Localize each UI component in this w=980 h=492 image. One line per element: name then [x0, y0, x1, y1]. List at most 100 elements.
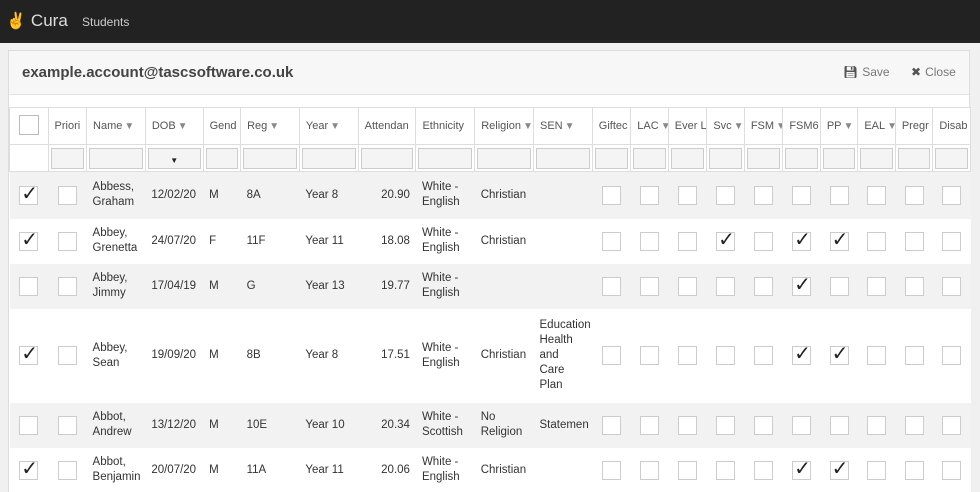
flag-checkbox[interactable]: [792, 229, 812, 251]
nav-students-link[interactable]: Students: [82, 15, 129, 29]
filter-input[interactable]: [477, 147, 531, 169]
flag-checkbox[interactable]: [792, 274, 812, 296]
filter-input[interactable]: [50, 147, 85, 169]
flag-checkbox[interactable]: [716, 346, 736, 365]
filter-icon[interactable]: ▼: [565, 121, 575, 132]
column-header[interactable]: Name ▼: [86, 107, 146, 145]
row-select-checkbox[interactable]: [19, 458, 39, 480]
flag-checkbox[interactable]: [942, 185, 962, 205]
filter-icon[interactable]: ▼: [844, 121, 854, 132]
flag-checkbox[interactable]: [57, 415, 77, 435]
flag-checkbox[interactable]: [640, 276, 660, 296]
filter-input[interactable]: [418, 147, 473, 169]
filter-icon[interactable]: ▼: [661, 121, 668, 132]
flag-checkbox[interactable]: [867, 346, 887, 365]
flag-checkbox[interactable]: [904, 415, 924, 435]
dob-filter-dropdown[interactable]: ▼: [147, 147, 201, 169]
flag-checkbox[interactable]: [716, 185, 736, 205]
column-header[interactable]: Ethnicity: [415, 107, 476, 145]
filter-input[interactable]: [536, 147, 590, 169]
flag-checkbox[interactable]: [942, 415, 962, 435]
filter-input[interactable]: [205, 147, 239, 169]
filter-input[interactable]: [935, 147, 968, 169]
column-header[interactable]: PP ▼: [819, 107, 859, 145]
filter-icon[interactable]: ▼: [887, 121, 894, 132]
column-header[interactable]: FSM6: [782, 107, 821, 145]
flag-checkbox[interactable]: [942, 460, 962, 480]
flag-checkbox[interactable]: [716, 415, 736, 435]
flag-checkbox[interactable]: [829, 458, 849, 480]
column-header[interactable]: Svc ▼: [706, 107, 745, 145]
flag-checkbox[interactable]: [867, 460, 887, 480]
filter-input[interactable]: [633, 147, 666, 169]
column-header[interactable]: Reg ▼: [240, 107, 300, 145]
select-all-checkbox[interactable]: [19, 114, 40, 135]
flag-checkbox[interactable]: [602, 415, 622, 435]
flag-checkbox[interactable]: [678, 460, 698, 480]
filter-icon[interactable]: ▼: [178, 121, 188, 132]
row-select-checkbox[interactable]: [19, 415, 39, 435]
column-header[interactable]: Gend: [202, 107, 242, 145]
flag-checkbox[interactable]: [792, 185, 812, 205]
flag-checkbox[interactable]: [829, 343, 849, 365]
table-row[interactable]: Abbess, Graham12/02/20M8AYear 820.90Whit…: [9, 171, 971, 219]
filter-input[interactable]: [897, 147, 931, 169]
flag-checkbox[interactable]: [867, 185, 887, 205]
column-header[interactable]: [9, 107, 49, 145]
flag-checkbox[interactable]: [792, 458, 812, 480]
flag-checkbox[interactable]: [678, 415, 698, 435]
filter-input[interactable]: [301, 147, 356, 169]
table-row[interactable]: Abbey, Sean19/09/20M8BYear 817.51White -…: [9, 308, 971, 403]
flag-checkbox[interactable]: [640, 231, 660, 251]
column-header[interactable]: LAC▼: [630, 107, 669, 145]
flag-checkbox[interactable]: [602, 185, 622, 205]
flag-checkbox[interactable]: [754, 185, 774, 205]
filter-input[interactable]: [785, 147, 818, 169]
row-select-checkbox[interactable]: [19, 229, 39, 251]
close-button[interactable]: ✖ Close: [911, 65, 956, 79]
filter-icon[interactable]: ▼: [734, 121, 744, 132]
flag-checkbox[interactable]: [640, 415, 660, 435]
flag-checkbox[interactable]: [754, 346, 774, 365]
flag-checkbox[interactable]: [716, 276, 736, 296]
row-select-checkbox[interactable]: [19, 343, 39, 365]
flag-checkbox[interactable]: [716, 460, 736, 480]
flag-checkbox[interactable]: [678, 231, 698, 251]
flag-checkbox[interactable]: [57, 231, 77, 251]
table-row[interactable]: Abbot, Andrew 13/12/20 M 10E Year 10 20.34 Whi…: [9, 402, 971, 448]
column-header[interactable]: DOB ▼: [144, 107, 204, 145]
brand[interactable]: ✌ Cura: [6, 11, 68, 31]
flag-checkbox[interactable]: [602, 346, 622, 365]
flag-checkbox[interactable]: [829, 276, 849, 296]
column-header[interactable]: EAL▼: [857, 107, 896, 145]
flag-checkbox[interactable]: [57, 185, 77, 205]
table-row[interactable]: Abbey, Jimmy 17/04/19 M G Year 13 19.77 White …: [9, 263, 971, 309]
flag-checkbox[interactable]: [640, 185, 660, 205]
column-header[interactable]: Ever L: [667, 107, 708, 145]
flag-checkbox[interactable]: [942, 276, 962, 296]
flag-checkbox[interactable]: [640, 346, 660, 365]
flag-checkbox[interactable]: [829, 415, 849, 435]
flag-checkbox[interactable]: [678, 185, 698, 205]
flag-checkbox[interactable]: [602, 460, 622, 480]
flag-checkbox[interactable]: [754, 231, 774, 251]
filter-input[interactable]: [594, 147, 629, 169]
flag-checkbox[interactable]: [57, 346, 77, 365]
flag-checkbox[interactable]: [867, 231, 887, 251]
flag-checkbox[interactable]: [904, 185, 924, 205]
filter-icon[interactable]: ▼: [776, 121, 782, 132]
flag-checkbox[interactable]: [904, 346, 924, 365]
filter-input[interactable]: [822, 147, 856, 169]
row-select-checkbox[interactable]: [19, 183, 39, 205]
column-header[interactable]: Attendan: [357, 107, 417, 145]
flag-checkbox[interactable]: [678, 346, 698, 365]
flag-checkbox[interactable]: [602, 276, 622, 296]
filter-input[interactable]: [670, 147, 705, 169]
filter-input[interactable]: [746, 147, 781, 169]
flag-checkbox[interactable]: [867, 415, 887, 435]
filter-icon[interactable]: ▼: [269, 121, 279, 132]
flag-checkbox[interactable]: [942, 231, 962, 251]
flag-checkbox[interactable]: [904, 231, 924, 251]
flag-checkbox[interactable]: [904, 460, 924, 480]
filter-input[interactable]: [243, 147, 297, 169]
